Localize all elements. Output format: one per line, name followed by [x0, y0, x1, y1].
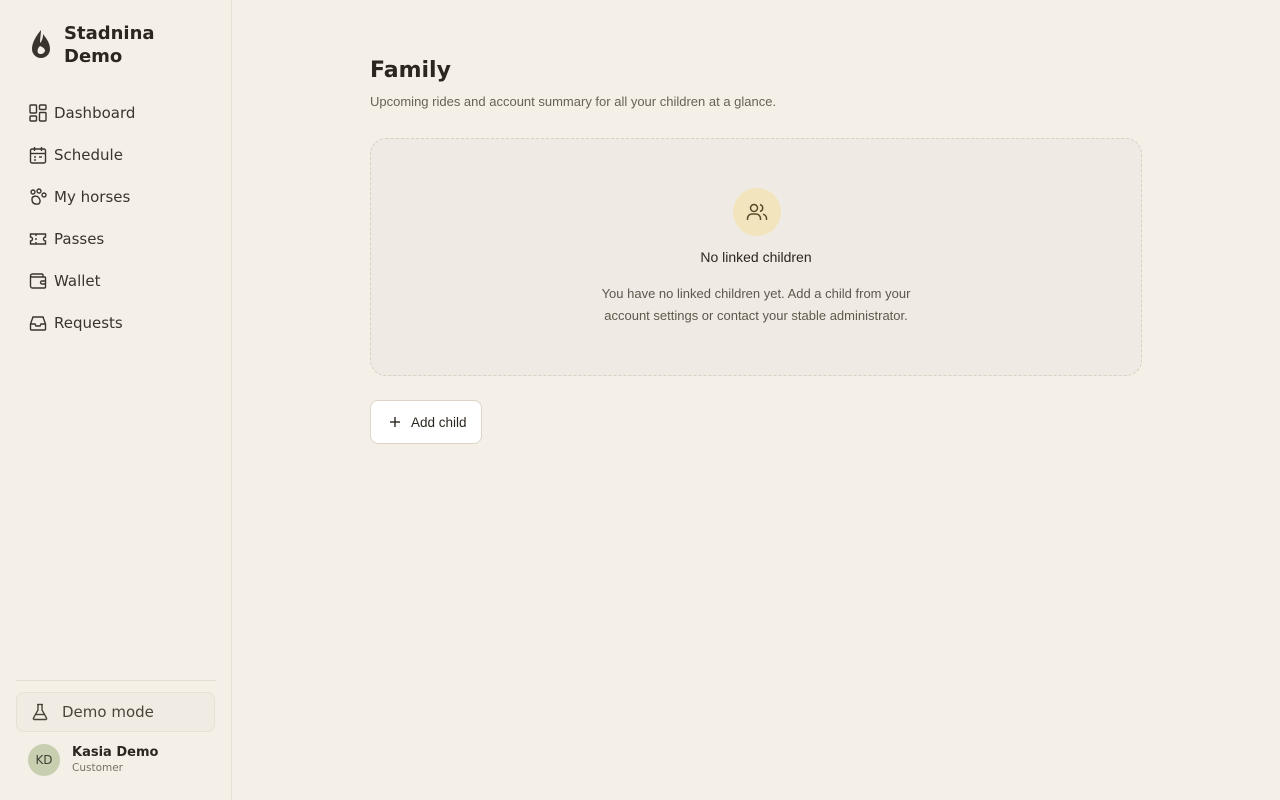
empty-state-title: No linked children	[700, 249, 812, 265]
wallet-icon	[28, 271, 48, 291]
sidebar-item-schedule[interactable]: Schedule	[16, 134, 216, 176]
calendar-icon	[28, 145, 48, 165]
user-name: Kasia Demo	[72, 745, 159, 760]
sidebar-item-label: Dashboard	[54, 104, 136, 122]
plus-icon	[388, 415, 402, 429]
sidebar-item-label: Wallet	[54, 272, 101, 290]
user-role: Customer	[72, 762, 124, 774]
empty-state-description: You have no linked children yet. Add a c…	[601, 286, 911, 323]
sidebar-nav: Dashboard Schedule My horses Passes Wall…	[16, 92, 216, 344]
inbox-icon	[28, 313, 48, 333]
flask-icon	[30, 702, 50, 722]
user-profile[interactable]: KD Kasia Demo Customer	[28, 744, 158, 776]
sidebar-item-passes[interactable]: Passes	[16, 218, 216, 260]
avatar: KD	[28, 744, 60, 776]
drop-icon	[28, 27, 56, 63]
sidebar-item-wallet[interactable]: Wallet	[16, 260, 216, 302]
sidebar-item-label: Schedule	[54, 146, 123, 164]
hoofprint-icon	[28, 187, 48, 207]
add-child-button[interactable]: Add child	[370, 400, 482, 444]
sidebar-item-dashboard[interactable]: Dashboard	[16, 92, 216, 134]
ticket-icon	[28, 229, 48, 249]
sidebar-item-label: Passes	[54, 230, 105, 248]
dashboard-grid-icon	[28, 103, 48, 123]
sidebar-item-requests[interactable]: Requests	[16, 302, 216, 344]
sidebar-item-label: My horses	[54, 188, 131, 206]
demo-mode-button[interactable]: Demo mode	[16, 692, 215, 732]
page-title: Family	[370, 58, 451, 83]
add-child-label: Add child	[411, 414, 467, 430]
sidebar-item-label: Requests	[54, 314, 123, 332]
demo-mode-label: Demo mode	[62, 703, 154, 721]
sidebar: Stadnina Demo Dashboard Schedule My hors…	[0, 0, 232, 800]
sidebar-divider	[16, 680, 216, 681]
brand[interactable]: Stadnina Demo	[28, 22, 164, 68]
page-subtitle: Upcoming rides and account summary for a…	[370, 94, 777, 109]
brand-name: Stadnina Demo	[64, 23, 155, 67]
empty-state-card: No linked children You have no linked ch…	[370, 138, 1142, 376]
sidebar-item-my-horses[interactable]: My horses	[16, 176, 216, 218]
users-icon	[733, 188, 781, 236]
